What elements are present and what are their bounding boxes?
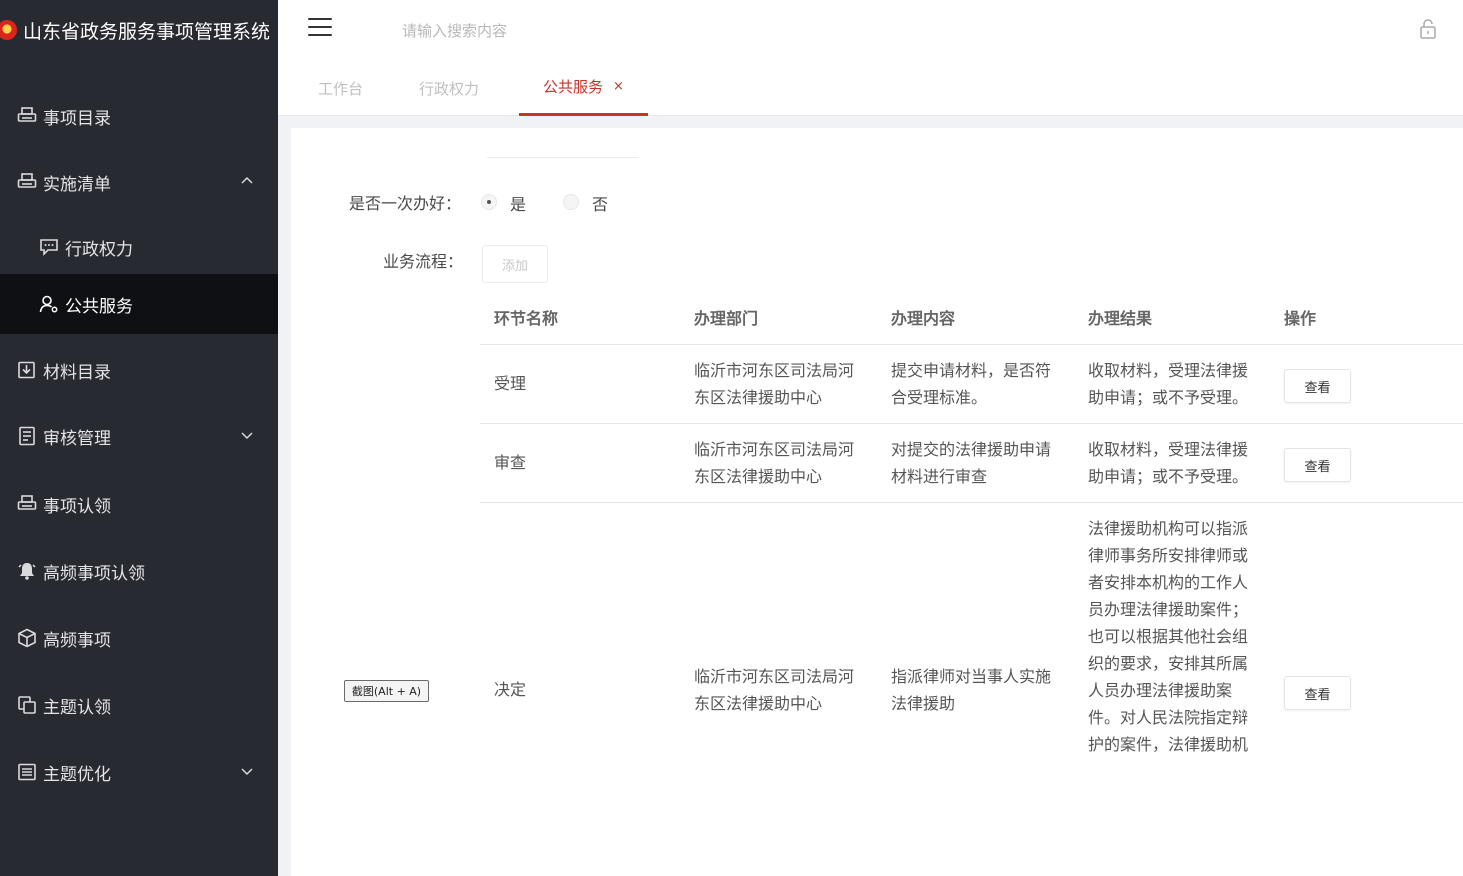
table-row: 审查 临沂市河东区司法局河东区法律援助中心 对提交的法律援助申请材料进行审查 收…	[480, 424, 1463, 503]
tab-public-service[interactable]: 公共服务 ×	[519, 60, 648, 116]
dept-cell: 临沂市河东区司法局河东区法律援助中心	[694, 361, 855, 407]
user-icon	[38, 294, 60, 314]
step-cell: 受理	[494, 374, 527, 393]
view-button[interactable]: 查看	[1284, 369, 1351, 403]
printer-icon	[16, 172, 38, 192]
content-cell: 提交申请材料，是否符合受理标准。	[891, 361, 1052, 407]
table-row: 决定 临沂市河东区司法局河东区法律援助中心 指派律师对当事人实施法律援助 法律援…	[480, 503, 1463, 763]
view-button[interactable]: 查看	[1284, 448, 1351, 482]
result-cell: 法律援助机构可以指派律师事务所安排律师或者安排本机构的工作人员办理法律援助案件；…	[1088, 519, 1249, 754]
add-button[interactable]: 添加	[482, 245, 548, 283]
copy-icon	[16, 695, 38, 715]
tab-label: 公共服务	[543, 78, 604, 96]
result-cell: 收取材料，受理法律援助申请；或不予受理。	[1088, 440, 1249, 486]
sidebar-item-label: 高频事项	[43, 630, 111, 651]
sidebar-item-label: 高频事项认领	[43, 563, 145, 584]
process-label: 业务流程：	[383, 252, 464, 271]
sidebar-item-label: 主题认领	[43, 697, 111, 718]
printer-icon	[16, 106, 38, 126]
sidebar-item-administrative-power[interactable]: 行政权力	[0, 217, 278, 277]
list-icon	[16, 762, 38, 782]
download-icon	[16, 360, 38, 380]
app-title: 山东省政务服务事项管理系统	[23, 20, 271, 43]
sidebar-item-topic-optimization[interactable]: 主题优化	[0, 742, 278, 802]
sidebar-item-label: 公共服务	[65, 296, 133, 317]
main-content: 是否一次办好： 是 否 业务流程： 添加 环节名称 办理部门 办理内容 办理结果…	[291, 128, 1463, 876]
chevron-down-icon	[241, 432, 253, 440]
sidebar-item-label: 行政权力	[65, 239, 133, 260]
content-cell: 对提交的法律援助申请材料进行审查	[891, 440, 1052, 486]
process-table: 环节名称 办理部门 办理内容 办理结果 操作 受理 临沂市河东区司法局河东区法律…	[480, 298, 1463, 763]
chevron-down-icon	[241, 768, 253, 776]
bell-icon	[16, 561, 38, 581]
sidebar-item-label: 材料目录	[43, 362, 111, 383]
sidebar-item-material-catalog[interactable]: 材料目录	[0, 340, 278, 400]
column-header: 操作	[1284, 309, 1317, 328]
radio-no[interactable]	[563, 194, 579, 210]
view-button[interactable]: 查看	[1284, 676, 1351, 710]
sidebar-item-topic-claim[interactable]: 主题认领	[0, 675, 278, 735]
brand: 山东省政务服务事项管理系统	[0, 0, 278, 60]
column-header: 办理部门	[694, 309, 759, 328]
sidebar: 山东省政务服务事项管理系统 事项目录 实施清单 行政权力 公共服务 材料目录 审…	[0, 0, 278, 876]
divider	[487, 157, 639, 158]
sidebar-item-matter-claim[interactable]: 事项认领	[0, 474, 278, 534]
sidebar-item-label: 事项目录	[43, 108, 111, 129]
sidebar-item-label: 审核管理	[43, 428, 111, 449]
screenshot-tooltip: 截图(Alt + A)	[344, 680, 429, 702]
cube-icon	[16, 628, 38, 648]
document-icon	[16, 426, 38, 446]
menu-toggle-icon[interactable]	[308, 18, 332, 38]
content-cell: 指派律师对当事人实施法律援助	[891, 667, 1052, 713]
lock-icon[interactable]	[1419, 18, 1437, 40]
column-header: 办理结果	[1088, 309, 1153, 328]
column-header: 办理内容	[891, 309, 956, 328]
sidebar-item-high-frequency[interactable]: 高频事项	[0, 608, 278, 668]
printer-icon	[16, 494, 38, 514]
sidebar-item-high-frequency-claim[interactable]: 高频事项认领	[0, 541, 278, 601]
table-header: 环节名称 办理部门 办理内容 办理结果 操作	[480, 298, 1463, 345]
radio-yes-label[interactable]: 是	[510, 191, 526, 215]
radio-yes[interactable]	[481, 194, 497, 210]
sidebar-item-public-service[interactable]: 公共服务	[0, 274, 278, 334]
sidebar-item-matter-catalog[interactable]: 事项目录	[0, 86, 278, 146]
sidebar-item-label: 事项认领	[43, 496, 111, 517]
step-cell: 审查	[494, 453, 527, 472]
column-header: 环节名称	[494, 309, 559, 328]
tab-workbench[interactable]: 工作台	[318, 60, 363, 116]
sidebar-item-implementation-list[interactable]: 实施清单	[0, 152, 278, 212]
step-cell: 决定	[494, 680, 527, 699]
emblem-logo	[0, 20, 17, 40]
dept-cell: 临沂市河东区司法局河东区法律援助中心	[694, 667, 855, 713]
close-icon[interactable]: ×	[613, 79, 624, 94]
sidebar-item-label: 主题优化	[43, 764, 111, 785]
once-label: 是否一次办好：	[349, 194, 462, 213]
sidebar-item-label: 实施清单	[43, 174, 111, 195]
tab-administrative-power[interactable]: 行政权力	[419, 60, 479, 116]
dept-cell: 临沂市河东区司法局河东区法律援助中心	[694, 440, 855, 486]
top-header	[278, 0, 1463, 60]
chevron-up-icon	[241, 176, 253, 184]
result-cell: 收取材料，受理法律援助申请；或不予受理。	[1088, 361, 1249, 407]
sidebar-item-review-management[interactable]: 审核管理	[0, 406, 278, 466]
tab-bar: 工作台 行政权力 公共服务 ×	[278, 60, 1463, 116]
table-row: 受理 临沂市河东区司法局河东区法律援助中心 提交申请材料，是否符合受理标准。 收…	[480, 345, 1463, 424]
radio-no-label[interactable]: 否	[592, 191, 608, 215]
search-input[interactable]	[402, 18, 702, 44]
chat-icon	[38, 237, 60, 257]
